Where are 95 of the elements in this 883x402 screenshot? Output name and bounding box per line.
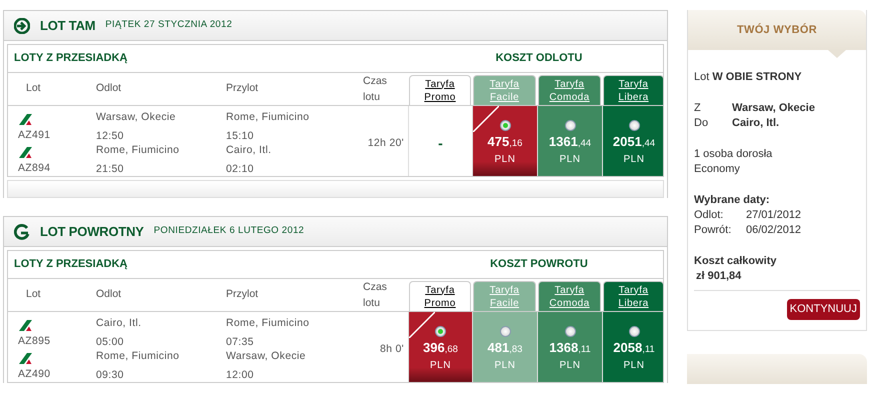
currency-label: PLN: [494, 358, 516, 372]
price-cell[interactable]: 475,16 PLN: [472, 106, 537, 176]
price-cell[interactable]: 2058,11 PLN: [602, 312, 663, 382]
route-value: Cairo, Itl.: [732, 116, 780, 131]
fare-link[interactable]: Taryfa Libera: [610, 284, 658, 310]
fare-link[interactable]: Taryfa Comoda: [546, 78, 594, 104]
departure-time: 12:50: [96, 129, 125, 143]
column-header: Przylot: [226, 81, 258, 96]
route-label: Z: [694, 101, 702, 116]
subtitle: LOTY Z PRZESIADKĄ: [13, 51, 128, 66]
airline-logo-icon: [18, 318, 34, 332]
dates-title: Wybrane daty:: [694, 193, 771, 208]
departure-time: 05:00: [96, 335, 125, 349]
currency-label: PLN: [624, 152, 644, 166]
section-title: LOT TAM: [40, 16, 96, 35]
arrival-airport: Warsaw, Okecie: [226, 349, 307, 363]
unavailable-mark: -: [438, 134, 443, 152]
price-amount: 475,16: [488, 134, 522, 150]
flight-number: AZ895: [18, 334, 52, 348]
arrival-time: 02:10: [226, 162, 255, 176]
departure-time: 21:50: [96, 162, 125, 176]
fare-link[interactable]: Taryfa Libera: [610, 78, 658, 104]
flight-number: AZ491: [18, 128, 52, 142]
subtitle: LOTY Z PRZESIADKĄ: [13, 257, 128, 272]
arrival-time: 07:35: [226, 335, 255, 349]
radio-button[interactable]: [628, 326, 640, 336]
column-header: Przylot: [226, 287, 258, 302]
radio-button[interactable]: [564, 120, 576, 130]
pointer-notch: [828, 50, 846, 58]
route-label: Do: [694, 116, 710, 131]
column-header: Lot: [26, 287, 41, 302]
total-price: zł 901,84: [694, 269, 860, 291]
arrival-airport: Rome, Fiumicino: [226, 110, 310, 124]
departure-airport: Rome, Fiumicino: [96, 143, 180, 157]
currency-label: PLN: [430, 358, 451, 372]
currency-label: PLN: [560, 358, 580, 372]
cabin-class: Economy: [694, 162, 741, 177]
section-date: PIĄTEK 27 STYCZNIA 2012: [105, 18, 232, 32]
date-value: 06/02/2012: [746, 223, 802, 238]
date-value: 27/01/2012: [746, 208, 802, 223]
price-amount: 396,68: [423, 340, 458, 356]
departure-time: 09:30: [96, 368, 125, 382]
flight-number: AZ894: [18, 160, 52, 175]
price-cell[interactable]: 2051,44 PLN: [602, 106, 663, 176]
column-header: Czas lotu: [363, 280, 388, 311]
airline-logo-icon: [18, 146, 34, 159]
currency-label: PLN: [624, 358, 644, 372]
flight-number: AZ490: [18, 366, 52, 381]
flight-duration: 8h 0': [380, 342, 404, 356]
total-label: Koszt całkowity: [694, 254, 778, 269]
radio-button[interactable]: [564, 326, 576, 336]
airline-logo-icon: [18, 112, 34, 126]
arrival-time: 12:00: [226, 368, 255, 382]
column-header: Lot: [26, 81, 41, 96]
arrival-airport: Cairo, Itl.: [226, 143, 272, 157]
currency-label: PLN: [560, 152, 580, 166]
price-amount: 2058,11: [613, 340, 655, 356]
right-arrow-icon: [14, 18, 30, 34]
section-title: LOT POWROTNY: [40, 222, 144, 241]
radio-button[interactable]: [500, 326, 510, 336]
passenger-count: 1 osoba dorosła: [694, 147, 774, 162]
continue-button[interactable]: KONTYNUUJ: [786, 299, 860, 320]
column-header: Odlot: [96, 287, 122, 302]
price-amount: 1368,11: [549, 340, 591, 356]
radio-button[interactable]: [500, 120, 510, 130]
section-date: PONIEDZIAŁEK 6 LUTEGO 2012: [154, 224, 304, 238]
arrival-time: 15:10: [226, 129, 255, 143]
cost-label: KOSZT POWROTU: [489, 257, 589, 272]
fare-link[interactable]: Taryfa Comoda: [546, 284, 594, 310]
price-amount: 481,83: [488, 340, 522, 356]
trip-type: Lot W OBIE STRONY: [694, 70, 803, 85]
panel-title: TWÓJ WYBÓR: [737, 22, 817, 38]
fare-link[interactable]: Taryfa Promo: [416, 78, 464, 104]
column-header: Odlot: [96, 81, 122, 96]
airline-logo-icon: [18, 352, 34, 365]
arrival-airport: Rome, Fiumicino: [226, 316, 310, 330]
radio-button[interactable]: [628, 120, 640, 130]
radio-button[interactable]: [435, 326, 446, 336]
departure-airport: Warsaw, Okecie: [96, 110, 177, 124]
return-arrow-icon: [14, 224, 30, 240]
date-label: Powrót:: [694, 223, 732, 238]
route-value: Warsaw, Okecie: [732, 101, 815, 116]
price-cell[interactable]: 1368,11 PLN: [537, 312, 602, 382]
cost-label: KOSZT ODLOTU: [494, 51, 584, 66]
departure-airport: Cairo, Itl.: [96, 316, 142, 330]
price-cell[interactable]: 396,68 PLN: [408, 312, 472, 382]
price-amount: 1361,44: [548, 134, 592, 150]
price-amount: 2051,44: [612, 134, 656, 150]
date-label: Odlot:: [694, 208, 724, 223]
column-header: Czas lotu: [363, 74, 388, 105]
currency-label: PLN: [494, 152, 516, 166]
fare-link[interactable]: Taryfa Promo: [416, 284, 464, 310]
flight-duration: 12h 20': [368, 136, 404, 150]
departure-airport: Rome, Fiumicino: [96, 349, 180, 363]
price-cell[interactable]: 1361,44 PLN: [537, 106, 602, 176]
